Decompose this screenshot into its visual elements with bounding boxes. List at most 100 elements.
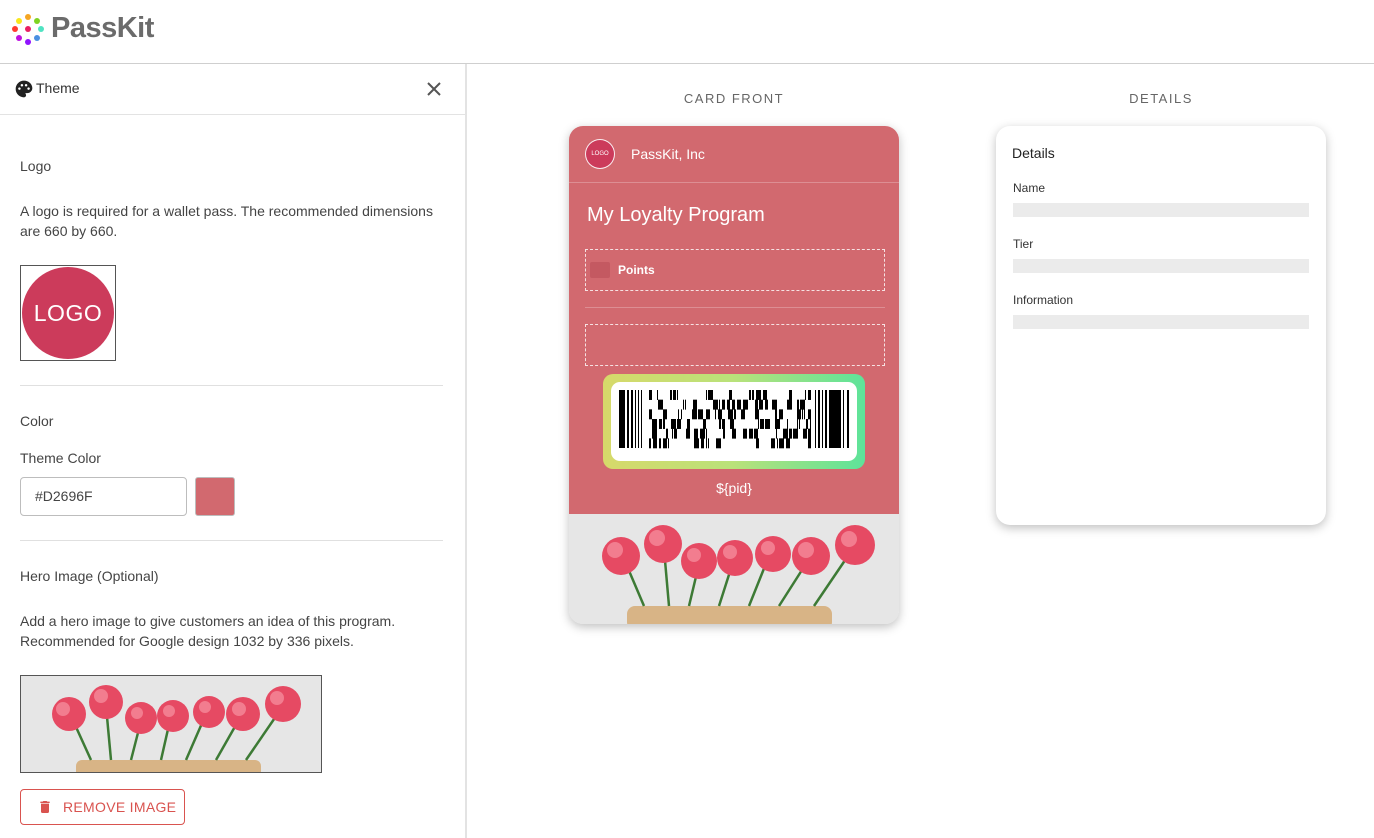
detail-label-tier: Tier [1013, 237, 1034, 251]
hero-flowers-image [21, 676, 321, 772]
barcode-module [799, 419, 800, 429]
barcode-module [659, 438, 661, 449]
barcode-module [653, 438, 657, 449]
logo-image: LOGO [22, 267, 114, 359]
points-label: Points [618, 263, 655, 277]
brand-logo[interactable]: PassKit [12, 12, 154, 45]
barcode-module [789, 390, 792, 400]
barcode-module [708, 390, 713, 400]
barcode-module [729, 390, 732, 400]
barcode-module [698, 409, 703, 420]
barcode-module [685, 399, 686, 410]
barcode-module [715, 409, 716, 420]
divider [20, 540, 443, 541]
brand-name: PassKit [51, 12, 154, 44]
card-logo: LOGO [585, 139, 615, 169]
barcode-module [808, 438, 811, 449]
barcode-module [775, 419, 780, 429]
passkit-dots-icon [12, 13, 44, 45]
barcode-module [756, 438, 759, 449]
barcode-module [786, 438, 790, 449]
barcode-module [783, 428, 788, 439]
barcode-module [670, 390, 672, 400]
hero-section-label: Hero Image (Optional) [20, 568, 159, 584]
panel-title: Theme [36, 80, 80, 96]
barcode-module [627, 390, 629, 448]
barcode-module [779, 409, 783, 420]
card-pid: ${pid} [716, 480, 752, 496]
barcode-module [805, 390, 806, 400]
barcode-module [808, 428, 811, 439]
details-card: Details Name Tier Information [996, 126, 1326, 525]
barcode-module [722, 399, 725, 410]
barcode-module [737, 399, 741, 410]
barcode-module [718, 409, 722, 420]
hero-flowers-image [569, 514, 899, 624]
barcode-module [641, 390, 642, 448]
barcode-module [687, 419, 690, 429]
theme-color-label: Theme Color [20, 450, 101, 466]
barcode-module [619, 390, 625, 448]
theme-color-swatch[interactable] [195, 477, 235, 516]
barcode-module [673, 390, 676, 400]
hero-description: Add a hero image to give customers an id… [20, 613, 396, 649]
remove-image-button[interactable]: REMOVE IMAGE [20, 789, 185, 825]
barcode-module [808, 409, 811, 420]
barcode-module [763, 390, 767, 400]
barcode-module [674, 428, 677, 439]
barcode-module [693, 399, 697, 410]
barcode-module [649, 438, 651, 449]
barcode-module [734, 409, 736, 420]
barcode-module [659, 419, 662, 429]
barcode-module [797, 409, 801, 420]
hero-image-preview[interactable] [20, 675, 322, 773]
barcode-module [732, 399, 735, 410]
divider [20, 385, 443, 386]
detail-value-tier [1013, 259, 1309, 273]
barcode-module [677, 419, 681, 429]
barcode-module [756, 390, 761, 400]
barcode-module [732, 428, 736, 439]
card-points-field[interactable]: Points [585, 249, 885, 291]
barcode-module [771, 438, 775, 449]
barcode-module [706, 438, 707, 449]
barcode-module [672, 428, 673, 439]
logo-preview[interactable]: LOGO [20, 265, 116, 361]
barcode-module [752, 390, 754, 400]
barcode-module [727, 399, 730, 410]
barcode-module [730, 419, 734, 429]
card-secondary-field[interactable] [585, 324, 885, 366]
barcode-module [657, 390, 658, 400]
barcode-module [728, 409, 733, 420]
barcode-module [755, 409, 759, 420]
barcode-module [666, 428, 668, 439]
barcode-module [708, 438, 709, 449]
barcode-module [741, 409, 745, 420]
barcode-module [700, 428, 705, 439]
barcode-module [694, 428, 698, 439]
barcode-module [843, 390, 844, 448]
barcode-module [808, 390, 811, 400]
barcode-module [722, 419, 725, 429]
detail-label-information: Information [1013, 293, 1074, 307]
card-front: LOGO PassKit, Inc My Loyalty Program Poi… [569, 126, 899, 624]
barcode-module [671, 419, 676, 429]
logo-description: A logo is required for a wallet pass. Th… [20, 203, 433, 239]
barcode-module [635, 390, 636, 448]
detail-value-information [1013, 315, 1309, 329]
barcode-module [694, 438, 699, 449]
barcode-module [719, 419, 721, 429]
barcode-module [649, 409, 652, 420]
theme-color-input[interactable]: #D2696F [20, 477, 187, 516]
details-heading: Details [1012, 145, 1055, 161]
barcode-module [749, 390, 751, 400]
barcode-module [793, 428, 798, 439]
close-icon[interactable] [422, 77, 446, 101]
barcode-module [802, 409, 803, 420]
detail-value-name [1013, 203, 1309, 217]
barcode-module [719, 399, 720, 410]
barcode-module [825, 390, 827, 448]
card-divider [585, 307, 885, 308]
card-divider [569, 182, 899, 183]
barcode-module [681, 409, 682, 420]
